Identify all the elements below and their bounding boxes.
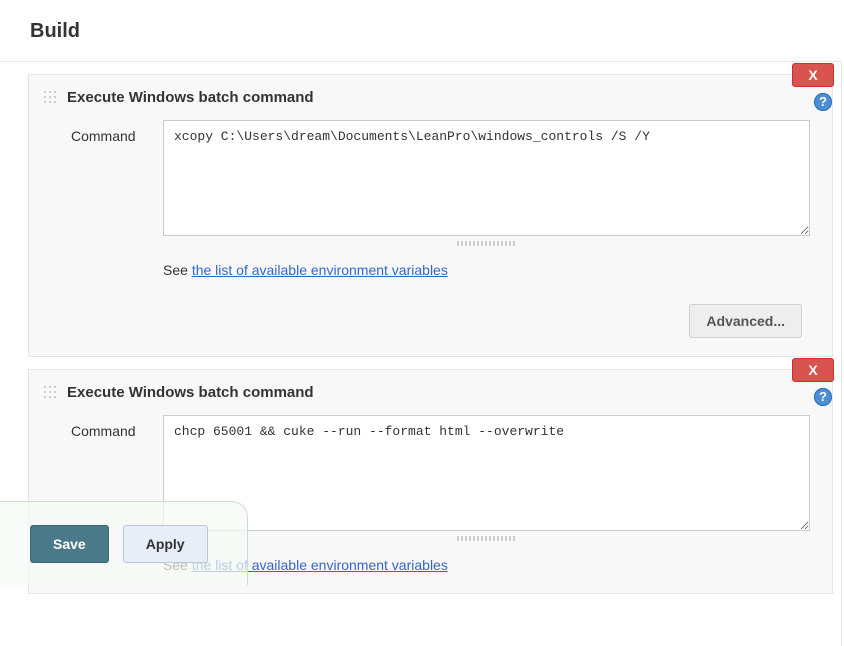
drag-handle-icon[interactable] — [43, 90, 59, 106]
footer-action-bar: Save Apply — [0, 501, 248, 585]
step-title: Execute Windows batch command — [67, 89, 314, 106]
resize-grip-icon[interactable] — [457, 536, 517, 541]
advanced-button[interactable]: Advanced... — [689, 304, 802, 338]
step-title: Execute Windows batch command — [67, 384, 314, 401]
command-label: Command — [71, 120, 163, 246]
remove-step-button[interactable]: X — [792, 63, 834, 87]
help-icon[interactable]: ? — [814, 388, 832, 406]
drag-handle-icon[interactable] — [43, 385, 59, 401]
remove-step-button[interactable]: X — [792, 358, 834, 382]
help-icon[interactable]: ? — [814, 93, 832, 111]
save-button[interactable]: Save — [30, 525, 109, 563]
hint-prefix: See — [163, 262, 192, 278]
build-step: X ? Execute Windows batch command Comman… — [28, 74, 833, 357]
command-textarea[interactable] — [163, 120, 810, 236]
env-vars-hint: See the list of available environment va… — [43, 246, 818, 284]
command-textarea[interactable] — [163, 415, 810, 531]
env-vars-link[interactable]: the list of available environment variab… — [192, 262, 448, 278]
apply-button[interactable]: Apply — [123, 525, 208, 563]
section-title: Build — [0, 0, 844, 61]
resize-grip-icon[interactable] — [457, 241, 517, 246]
